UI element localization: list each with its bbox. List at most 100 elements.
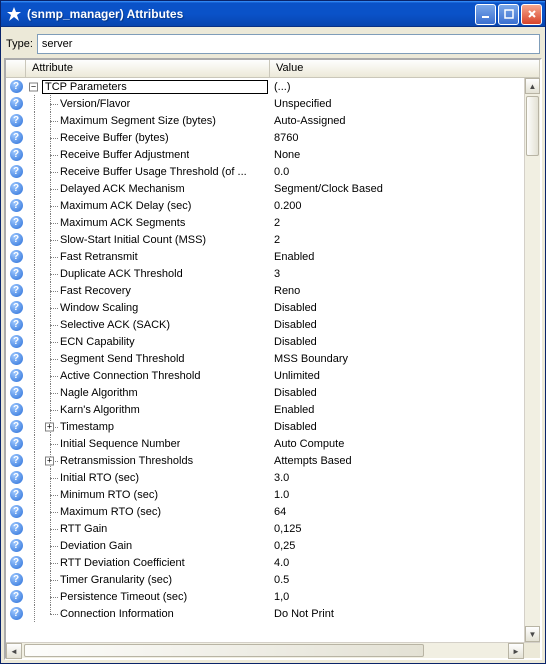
help-icon[interactable]: ? [10, 114, 23, 127]
attribute-label[interactable]: Delayed ACK Mechanism [58, 183, 185, 195]
help-icon[interactable]: ? [10, 522, 23, 535]
value-cell[interactable]: Disabled [270, 302, 524, 314]
attribute-label[interactable]: Active Connection Threshold [58, 370, 200, 382]
attribute-label[interactable]: Connection Information [58, 608, 174, 620]
help-icon[interactable]: ? [10, 386, 23, 399]
table-row[interactable]: ?Receive Buffer Usage Threshold (of ...0… [6, 163, 524, 180]
value-cell[interactable]: 64 [270, 506, 524, 518]
value-cell[interactable]: 0,25 [270, 540, 524, 552]
help-icon[interactable]: ? [10, 403, 23, 416]
table-row[interactable]: ? Receive Buffer (bytes) 8760 [6, 129, 524, 146]
attribute-label[interactable]: Fast Recovery [58, 285, 131, 297]
help-icon[interactable]: ? [10, 182, 23, 195]
header-value[interactable]: Value [270, 60, 540, 77]
attribute-label[interactable]: Window Scaling [58, 302, 138, 314]
value-cell[interactable]: 0.5 [270, 574, 524, 586]
value-cell[interactable]: Disabled [270, 336, 524, 348]
help-icon[interactable]: ? [10, 471, 23, 484]
value-cell[interactable]: 1,0 [270, 591, 524, 603]
table-row[interactable]: ? RTT Gain 0,125 [6, 520, 524, 537]
value-cell[interactable]: MSS Boundary [270, 353, 524, 365]
help-icon[interactable]: ? [10, 267, 23, 280]
value-cell[interactable]: 0.200 [270, 200, 524, 212]
table-row[interactable]: ?Receive Buffer AdjustmentNone [6, 146, 524, 163]
help-icon[interactable]: ? [10, 233, 23, 246]
type-input[interactable] [37, 34, 540, 54]
table-row[interactable]: ?Maximum Segment Size (bytes)Auto-Assign… [6, 112, 524, 129]
help-icon[interactable]: ? [10, 573, 23, 586]
attribute-label[interactable]: Receive Buffer Usage Threshold (of ... [58, 166, 247, 178]
attribute-label[interactable]: Maximum ACK Delay (sec) [58, 200, 191, 212]
table-row[interactable]: ?Initial Sequence NumberAuto Compute [6, 435, 524, 452]
value-cell[interactable]: 2 [270, 217, 524, 229]
help-icon[interactable]: ? [10, 505, 23, 518]
minimize-button[interactable] [475, 4, 496, 25]
attribute-label[interactable]: Deviation Gain [58, 540, 132, 552]
help-icon[interactable]: ? [10, 590, 23, 603]
value-cell[interactable]: Reno [270, 285, 524, 297]
help-icon[interactable]: ? [10, 539, 23, 552]
hscroll-thumb[interactable] [24, 644, 424, 657]
table-row[interactable]: ?Active Connection ThresholdUnlimited [6, 367, 524, 384]
table-row[interactable]: ?Version/FlavorUnspecified [6, 95, 524, 112]
table-row[interactable]: ? Fast Retransmit Enabled [6, 248, 524, 265]
attribute-label[interactable]: Karn's Algorithm [58, 404, 140, 416]
table-row[interactable]: ? Delayed ACK Mechanism Segment/Clock Base… [6, 180, 524, 197]
table-row[interactable]: ? Initial RTO (sec) 3.0 [6, 469, 524, 486]
table-row[interactable]: ? Deviation Gain 0,25 [6, 537, 524, 554]
help-icon[interactable]: ? [10, 556, 23, 569]
value-cell[interactable]: 8760 [270, 132, 524, 144]
attribute-label[interactable]: Maximum ACK Segments [58, 217, 185, 229]
close-button[interactable] [521, 4, 542, 25]
value-cell[interactable]: (...) [270, 81, 524, 93]
help-icon[interactable]: ? [10, 454, 23, 467]
attribute-label[interactable]: Receive Buffer (bytes) [58, 132, 169, 144]
table-row[interactable]: ? Nagle Algorithm Disabled [6, 384, 524, 401]
table-row[interactable]: ? Minimum RTO (sec) 1.0 [6, 486, 524, 503]
value-cell[interactable]: 0,125 [270, 523, 524, 535]
scroll-down-button[interactable]: ▼ [525, 626, 540, 642]
table-row[interactable]: ?Maximum ACK Delay (sec)0.200 [6, 197, 524, 214]
value-cell[interactable]: Disabled [270, 387, 524, 399]
attribute-label[interactable]: RTT Gain [58, 523, 107, 535]
attribute-label[interactable]: Minimum RTO (sec) [58, 489, 158, 501]
value-cell[interactable]: 4.0 [270, 557, 524, 569]
attribute-label[interactable]: Persistence Timeout (sec) [58, 591, 187, 603]
help-icon[interactable]: ? [10, 318, 23, 331]
value-cell[interactable]: None [270, 149, 524, 161]
attribute-label[interactable]: Nagle Algorithm [58, 387, 138, 399]
value-cell[interactable]: 3.0 [270, 472, 524, 484]
table-row[interactable]: ? Timer Granularity (sec) 0.5 [6, 571, 524, 588]
vertical-scrollbar[interactable]: ▲ ▼ [524, 78, 540, 642]
attribute-label[interactable]: Maximum RTO (sec) [58, 506, 161, 518]
expand-icon[interactable]: + [45, 422, 54, 431]
value-cell[interactable]: Do Not Print [270, 608, 524, 620]
value-cell[interactable]: 2 [270, 234, 524, 246]
attribute-label[interactable]: Fast Retransmit [58, 251, 138, 263]
attribute-label[interactable]: Maximum Segment Size (bytes) [58, 115, 216, 127]
scroll-thumb[interactable] [526, 96, 539, 156]
value-cell[interactable]: Segment/Clock Based [270, 183, 524, 195]
attribute-label[interactable]: Initial Sequence Number [58, 438, 180, 450]
table-row[interactable]: ?Duplicate ACK Threshold3 [6, 265, 524, 282]
attribute-label[interactable]: TCP Parameters [42, 80, 268, 94]
attribute-label[interactable]: ECN Capability [58, 336, 135, 348]
attribute-label[interactable]: Timer Granularity (sec) [58, 574, 172, 586]
help-icon[interactable]: ? [10, 131, 23, 144]
help-icon[interactable]: ? [10, 216, 23, 229]
titlebar[interactable]: (snmp_manager) Attributes [1, 1, 545, 27]
help-icon[interactable]: ? [10, 488, 23, 501]
value-cell[interactable]: Auto Compute [270, 438, 524, 450]
help-icon[interactable]: ? [10, 80, 23, 93]
table-row[interactable]: ?Selective ACK (SACK)Disabled [6, 316, 524, 333]
help-icon[interactable]: ? [10, 335, 23, 348]
help-icon[interactable]: ? [10, 369, 23, 382]
attribute-label[interactable]: Duplicate ACK Threshold [58, 268, 183, 280]
attribute-label[interactable]: Initial RTO (sec) [58, 472, 139, 484]
horizontal-scrollbar[interactable]: ◄ ► [6, 642, 540, 658]
value-cell[interactable]: 1.0 [270, 489, 524, 501]
help-icon[interactable]: ? [10, 250, 23, 263]
attribute-label[interactable]: Segment Send Threshold [58, 353, 185, 365]
value-cell[interactable]: Enabled [270, 251, 524, 263]
help-icon[interactable]: ? [10, 607, 23, 620]
